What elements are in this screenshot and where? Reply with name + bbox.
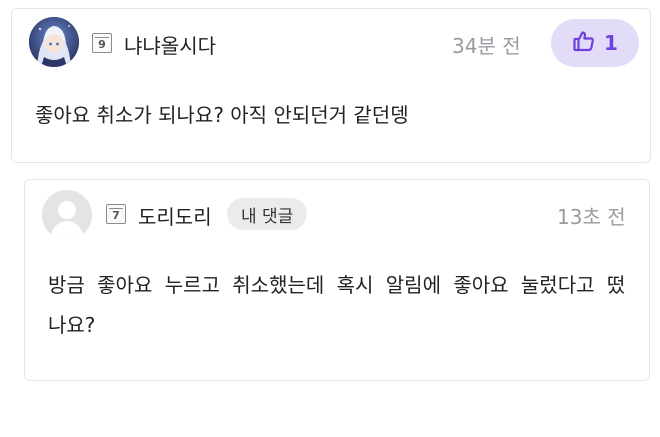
- comment-body: 좋아요 취소가 되나요? 아직 안되던거 같던뎅: [35, 103, 409, 127]
- avatar[interactable]: [42, 190, 92, 240]
- level-badge: 7: [106, 204, 126, 224]
- author-nickname[interactable]: 냐냐올시다: [124, 30, 216, 59]
- comment-card: 9 냐냐올시다 34분 전 1 좋아요 취소가 되나요? 아직 안되던거 같던뎅: [11, 8, 651, 163]
- author-nickname[interactable]: 도리도리: [138, 201, 212, 230]
- avatar[interactable]: [29, 17, 79, 67]
- like-count: 1: [604, 31, 618, 55]
- comment-timestamp: 13초 전: [557, 205, 626, 229]
- comment-body: 방금 좋아요 누르고 취소했는데 혹시 알림에 좋아요 눌렀다고 떴나요?: [48, 273, 626, 337]
- thumbs-up-icon: [572, 29, 596, 58]
- my-comment-tag: 내 댓글: [227, 198, 308, 230]
- avatar-image: [29, 17, 79, 67]
- like-button[interactable]: 1: [551, 19, 639, 67]
- person-silhouette-icon: [42, 190, 92, 240]
- comment-timestamp: 34분 전: [452, 34, 521, 58]
- level-badge: 9: [92, 33, 112, 53]
- reply-card: 7 도리도리 내 댓글 13초 전 방금 좋아요 누르고 취소했는데 혹시 알림…: [24, 179, 650, 381]
